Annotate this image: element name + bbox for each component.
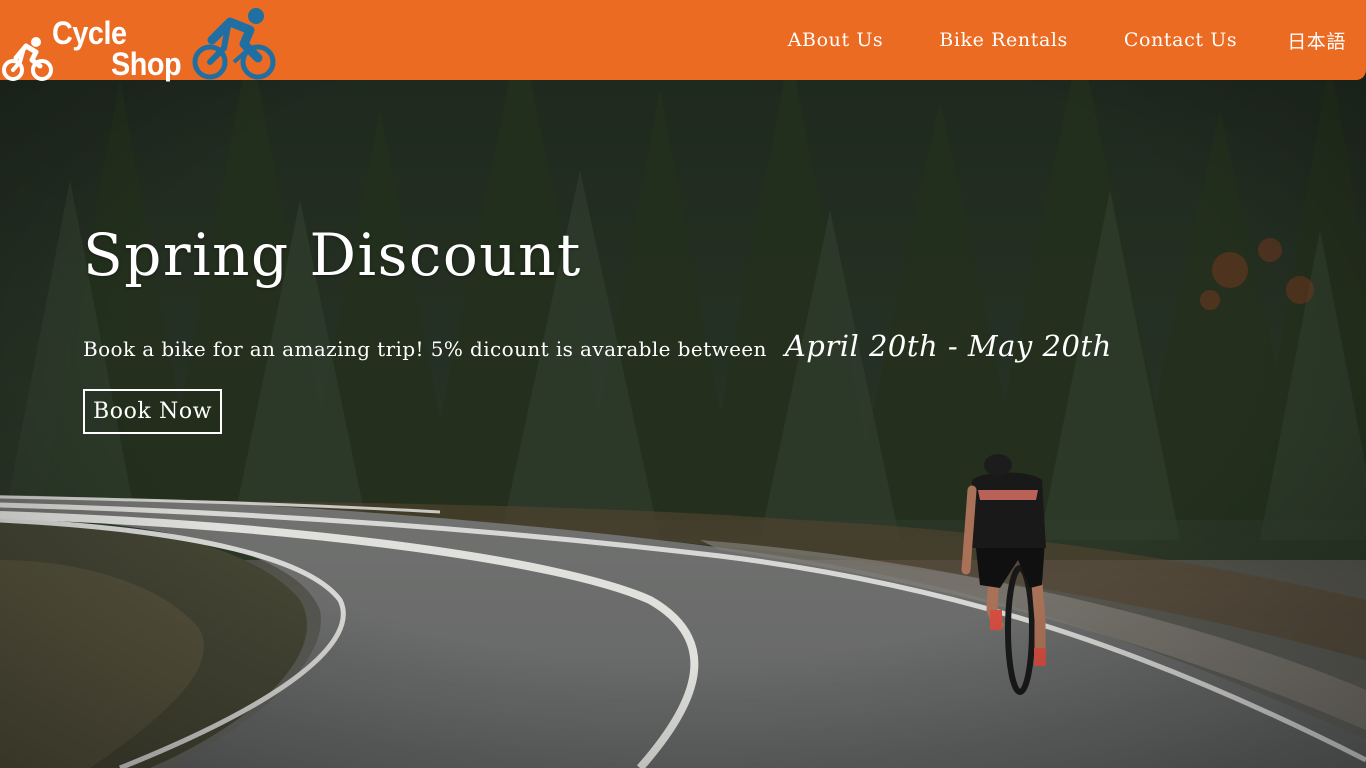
book-now-button[interactable]: Book Now [83,389,223,434]
nav-about-us[interactable]: ABout Us [788,29,884,51]
hero-title: Spring Discount [83,221,582,289]
main-nav: ABout Us Bike Rentals Contact Us 日本語 [732,0,1346,80]
site-header: Cycle Shop ABout Us Bike Rentals Contact… [0,0,1366,82]
discount-dates: April 20th - May 20th [784,329,1112,363]
hero-subtitle-row: Book a bike for an amazing trip! 5% dico… [83,329,1112,363]
hero-subtitle: Book a bike for an amazing trip! 5% dico… [83,337,767,361]
logo-text-shop: Shop [111,46,182,82]
nav-language-japanese[interactable]: 日本語 [1287,27,1346,54]
nav-bike-rentals[interactable]: Bike Rentals [939,29,1068,51]
small-cyclist-icon [2,37,53,81]
large-cyclist-icon [192,8,276,80]
logo-text-cycle: Cycle [52,15,127,51]
nav-contact-us[interactable]: Contact Us [1124,29,1237,51]
site-logo[interactable]: Cycle Shop [0,0,280,82]
hero-promo: Spring Discount Book a bike for an amazi… [83,215,1112,434]
